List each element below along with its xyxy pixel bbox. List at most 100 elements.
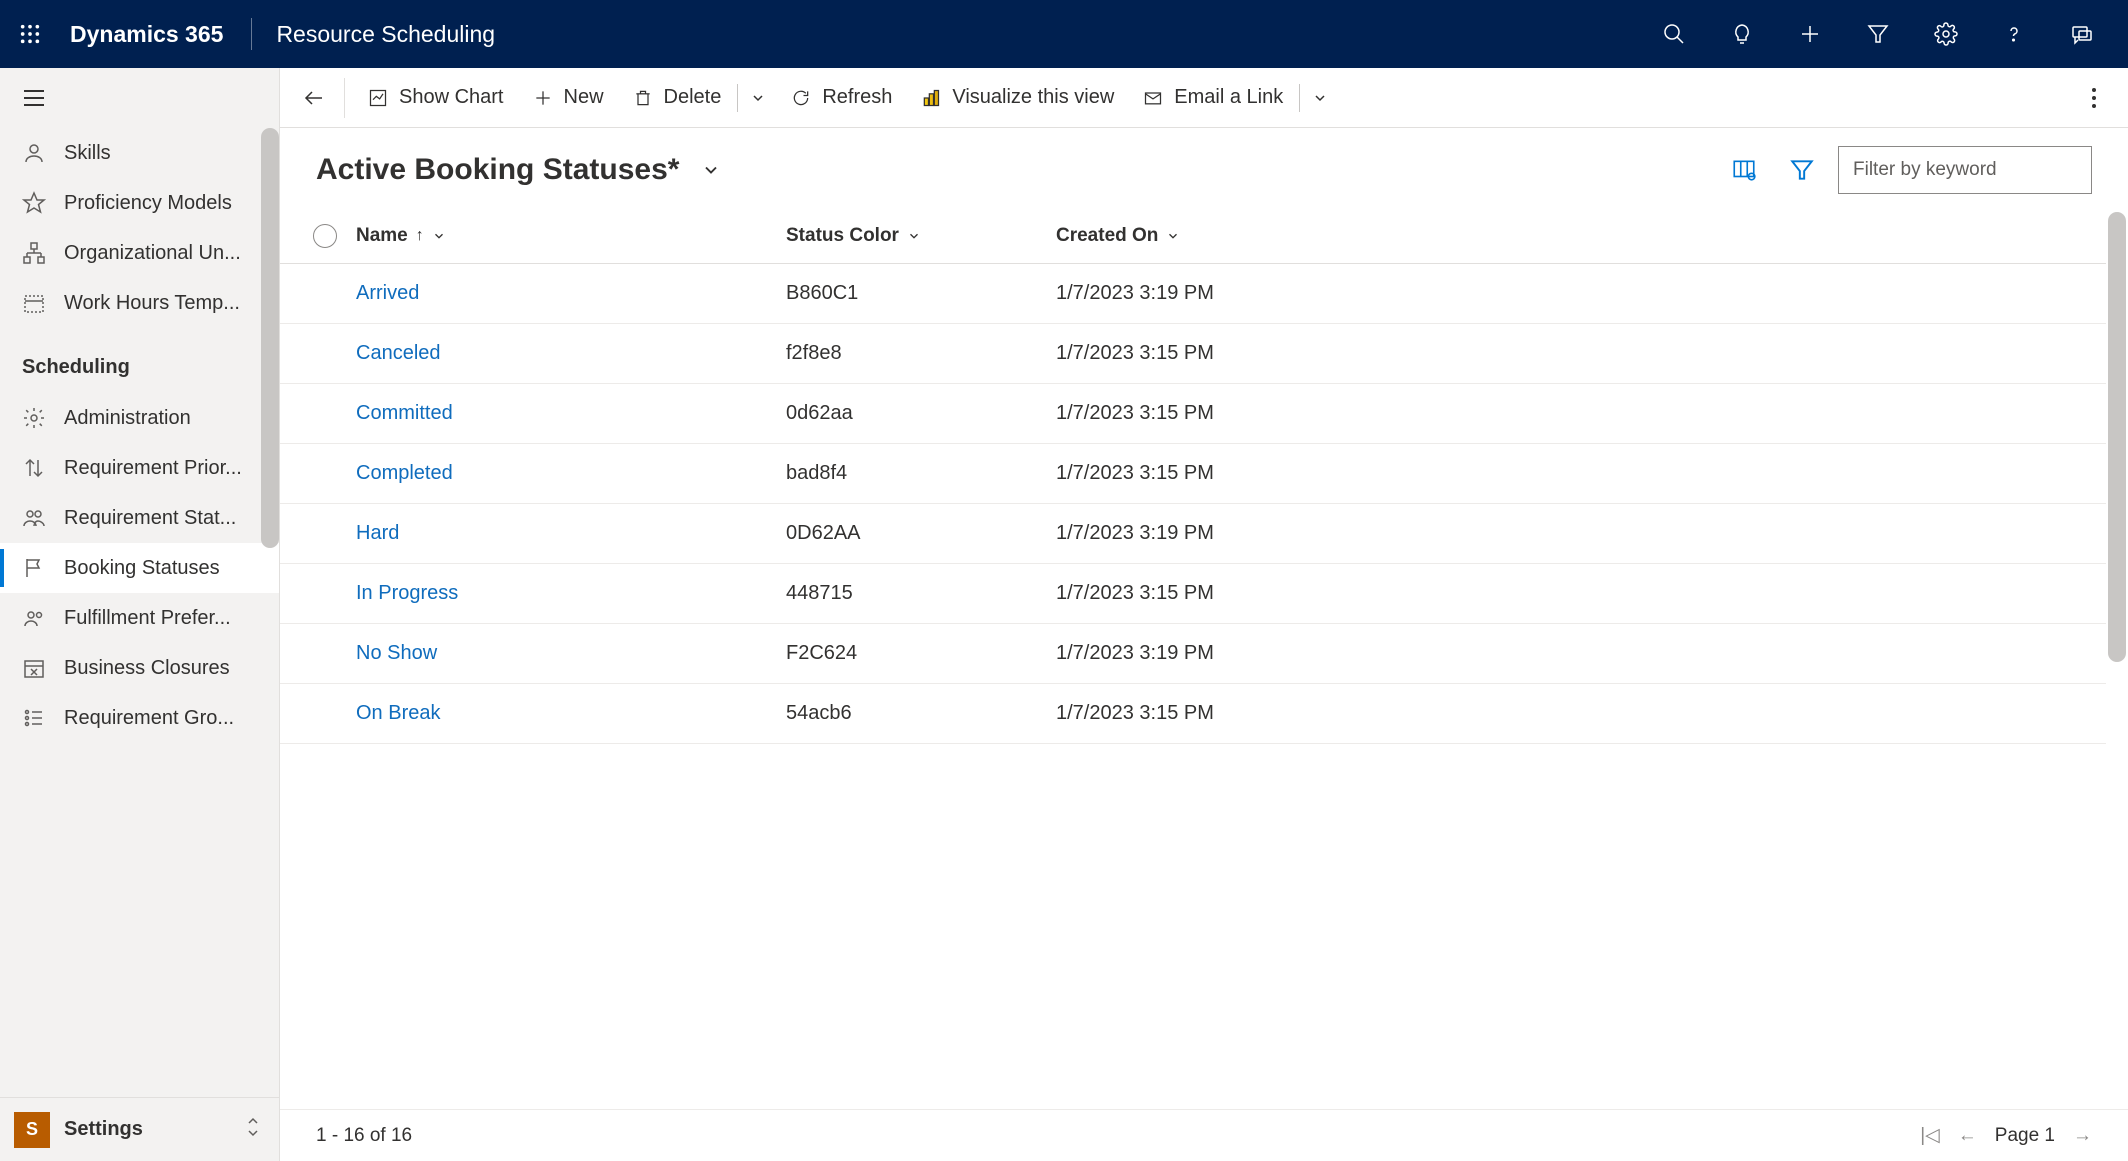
show-chart-button[interactable]: Show Chart [353,76,518,120]
cell-name[interactable]: No Show [356,642,786,665]
sidebar-item-label: Skills [64,142,111,165]
chevron-down-icon [432,229,446,243]
table-row[interactable]: Hard0D62AA1/7/2023 3:19 PM [280,504,2106,564]
sort-asc-icon: ↑ [416,227,424,245]
sidebar-item-administration[interactable]: Administration [0,393,279,443]
cell-created: 1/7/2023 3:15 PM [1056,582,2106,605]
table-row[interactable]: Completedbad8f41/7/2023 3:15 PM [280,444,2106,504]
menu-toggle-icon[interactable] [0,68,279,128]
column-label: Name [356,225,408,247]
scrollbar[interactable] [2108,212,2126,662]
cell-name[interactable]: Canceled [356,342,786,365]
first-page-button[interactable]: |◁ [1920,1124,1940,1147]
cell-name[interactable]: Committed [356,402,786,425]
sidebar-item-fulfillment[interactable]: Fulfillment Prefer... [0,593,279,643]
sidebar-item-closures[interactable]: Business Closures [0,643,279,693]
cell-name[interactable]: Hard [356,522,786,545]
people-icon [22,506,46,530]
person-icon [22,141,46,165]
table-row[interactable]: Committed0d62aa1/7/2023 3:15 PM [280,384,2106,444]
cell-color: 448715 [786,582,1056,605]
back-button[interactable] [292,76,336,120]
table-row[interactable]: On Break54acb61/7/2023 3:15 PM [280,684,2106,744]
lightbulb-icon[interactable] [1708,0,1776,68]
brand-label[interactable]: Dynamics 365 [70,21,223,48]
cell-color: bad8f4 [786,462,1056,485]
cell-created: 1/7/2023 3:15 PM [1056,342,2106,365]
filter-keyword-input[interactable] [1838,146,2092,194]
sidebar-item-label: Fulfillment Prefer... [64,607,231,630]
sidebar-item-label: Administration [64,407,191,430]
select-all-checkbox[interactable] [313,224,337,248]
column-header-status-color[interactable]: Status Color [786,225,1056,247]
cell-created: 1/7/2023 3:15 PM [1056,402,2106,425]
cmd-label: Delete [664,86,722,109]
sidebar-item-label: Requirement Stat... [64,507,236,530]
search-icon[interactable] [1640,0,1708,68]
sidebar-item-req-status[interactable]: Requirement Stat... [0,493,279,543]
refresh-icon [790,87,812,109]
column-label: Status Color [786,225,899,247]
sidebar-item-booking-statuses[interactable]: Booking Statuses [0,543,279,593]
cell-name[interactable]: Completed [356,462,786,485]
main-content: Show Chart New Delete Refresh Visualize … [280,68,2128,1161]
cell-name[interactable]: In Progress [356,582,786,605]
add-icon[interactable] [1776,0,1844,68]
filter-button[interactable] [1780,148,1824,192]
new-button[interactable]: New [518,76,618,120]
sidebar-item-label: Requirement Gro... [64,707,234,730]
gear-icon[interactable] [1912,0,1980,68]
cmd-label: Email a Link [1174,86,1283,109]
divider [251,18,252,50]
column-header-created-on[interactable]: Created On [1056,225,2106,247]
area-label: Settings [64,1118,231,1141]
column-header-name[interactable]: Name ↑ [356,225,786,247]
cell-color: F2C624 [786,642,1056,665]
app-launcher-icon[interactable] [12,16,48,52]
edit-columns-button[interactable] [1722,148,1766,192]
filter-icon[interactable] [1844,0,1912,68]
next-page-button[interactable]: → [2073,1125,2092,1147]
table-row[interactable]: ArrivedB860C11/7/2023 3:19 PM [280,264,2106,324]
cell-name[interactable]: Arrived [356,282,786,305]
help-icon[interactable] [1980,0,2048,68]
visualize-button[interactable]: Visualize this view [906,76,1128,120]
app-name-label[interactable]: Resource Scheduling [276,21,495,48]
sidebar-item-org-units[interactable]: Organizational Un... [0,228,279,278]
sidebar-item-req-priority[interactable]: Requirement Prior... [0,443,279,493]
command-bar: Show Chart New Delete Refresh Visualize … [280,68,2128,128]
sidebar-item-label: Business Closures [64,657,230,680]
chat-icon[interactable] [2048,0,2116,68]
cell-color: B860C1 [786,282,1056,305]
view-title[interactable]: Active Booking Statuses* [316,153,679,187]
table-row[interactable]: In Progress4487151/7/2023 3:15 PM [280,564,2106,624]
more-commands-button[interactable] [2072,76,2116,120]
list-icon [22,706,46,730]
prev-page-button[interactable]: ← [1958,1125,1977,1147]
sidebar-item-proficiency[interactable]: Proficiency Models [0,178,279,228]
area-switcher[interactable]: S Settings [0,1097,279,1161]
cmd-label: Visualize this view [952,86,1114,109]
delete-button[interactable]: Delete [618,76,736,120]
data-grid: Name ↑ Status Color Created On ArrivedB8… [280,208,2106,744]
sidebar-item-req-groups[interactable]: Requirement Gro... [0,693,279,743]
sidebar-item-skills[interactable]: Skills [0,128,279,178]
plus-icon [532,87,554,109]
chevron-updown-icon [245,1115,265,1144]
email-link-button[interactable]: Email a Link [1128,76,1297,120]
email-dropdown[interactable] [1302,76,1338,120]
chevron-down-icon [907,229,921,243]
refresh-button[interactable]: Refresh [776,76,906,120]
chart-icon [367,87,389,109]
scrollbar[interactable] [261,128,279,548]
delete-dropdown[interactable] [740,76,776,120]
trash-icon [632,87,654,109]
star-icon [22,191,46,215]
view-selector-dropdown[interactable] [693,148,729,192]
top-bar: Dynamics 365 Resource Scheduling [0,0,2128,68]
table-row[interactable]: No ShowF2C6241/7/2023 3:19 PM [280,624,2106,684]
cell-name[interactable]: On Break [356,702,786,725]
view-header: Active Booking Statuses* [280,128,2128,208]
sidebar-item-work-hours[interactable]: Work Hours Temp... [0,278,279,328]
table-row[interactable]: Canceledf2f8e81/7/2023 3:15 PM [280,324,2106,384]
